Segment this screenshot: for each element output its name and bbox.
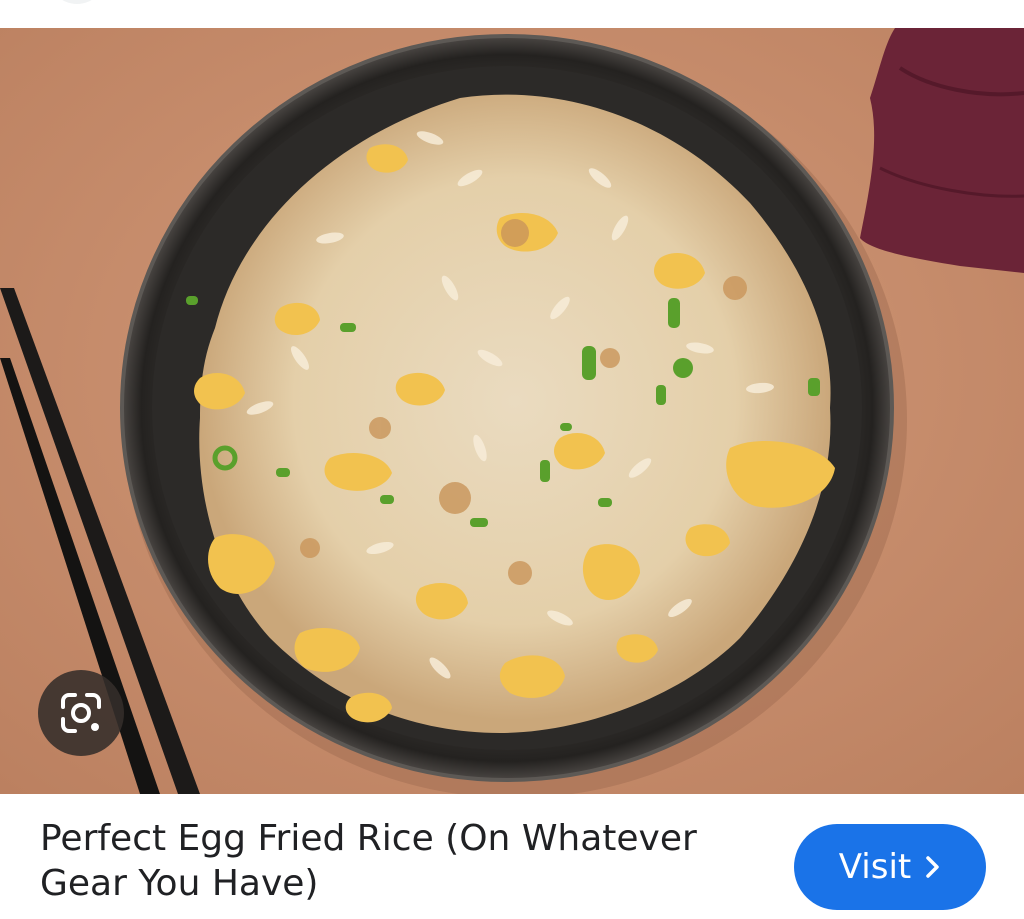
napkin [860,28,1024,273]
result-image[interactable] [0,28,1024,794]
visit-button[interactable]: Visit [794,824,986,910]
fried-rice-photo [0,28,1024,794]
chevron-right-icon [925,855,941,879]
google-lens-icon [61,693,101,733]
result-caption: Perfect Egg Fried Rice (On Whatever Gear… [0,794,1024,919]
partial-avatar [48,0,106,4]
visit-button-label: Visit [838,847,912,887]
top-strip [0,0,1024,28]
google-lens-button[interactable] [38,670,124,756]
result-title[interactable]: Perfect Egg Fried Rice (On Whatever Gear… [40,816,740,906]
